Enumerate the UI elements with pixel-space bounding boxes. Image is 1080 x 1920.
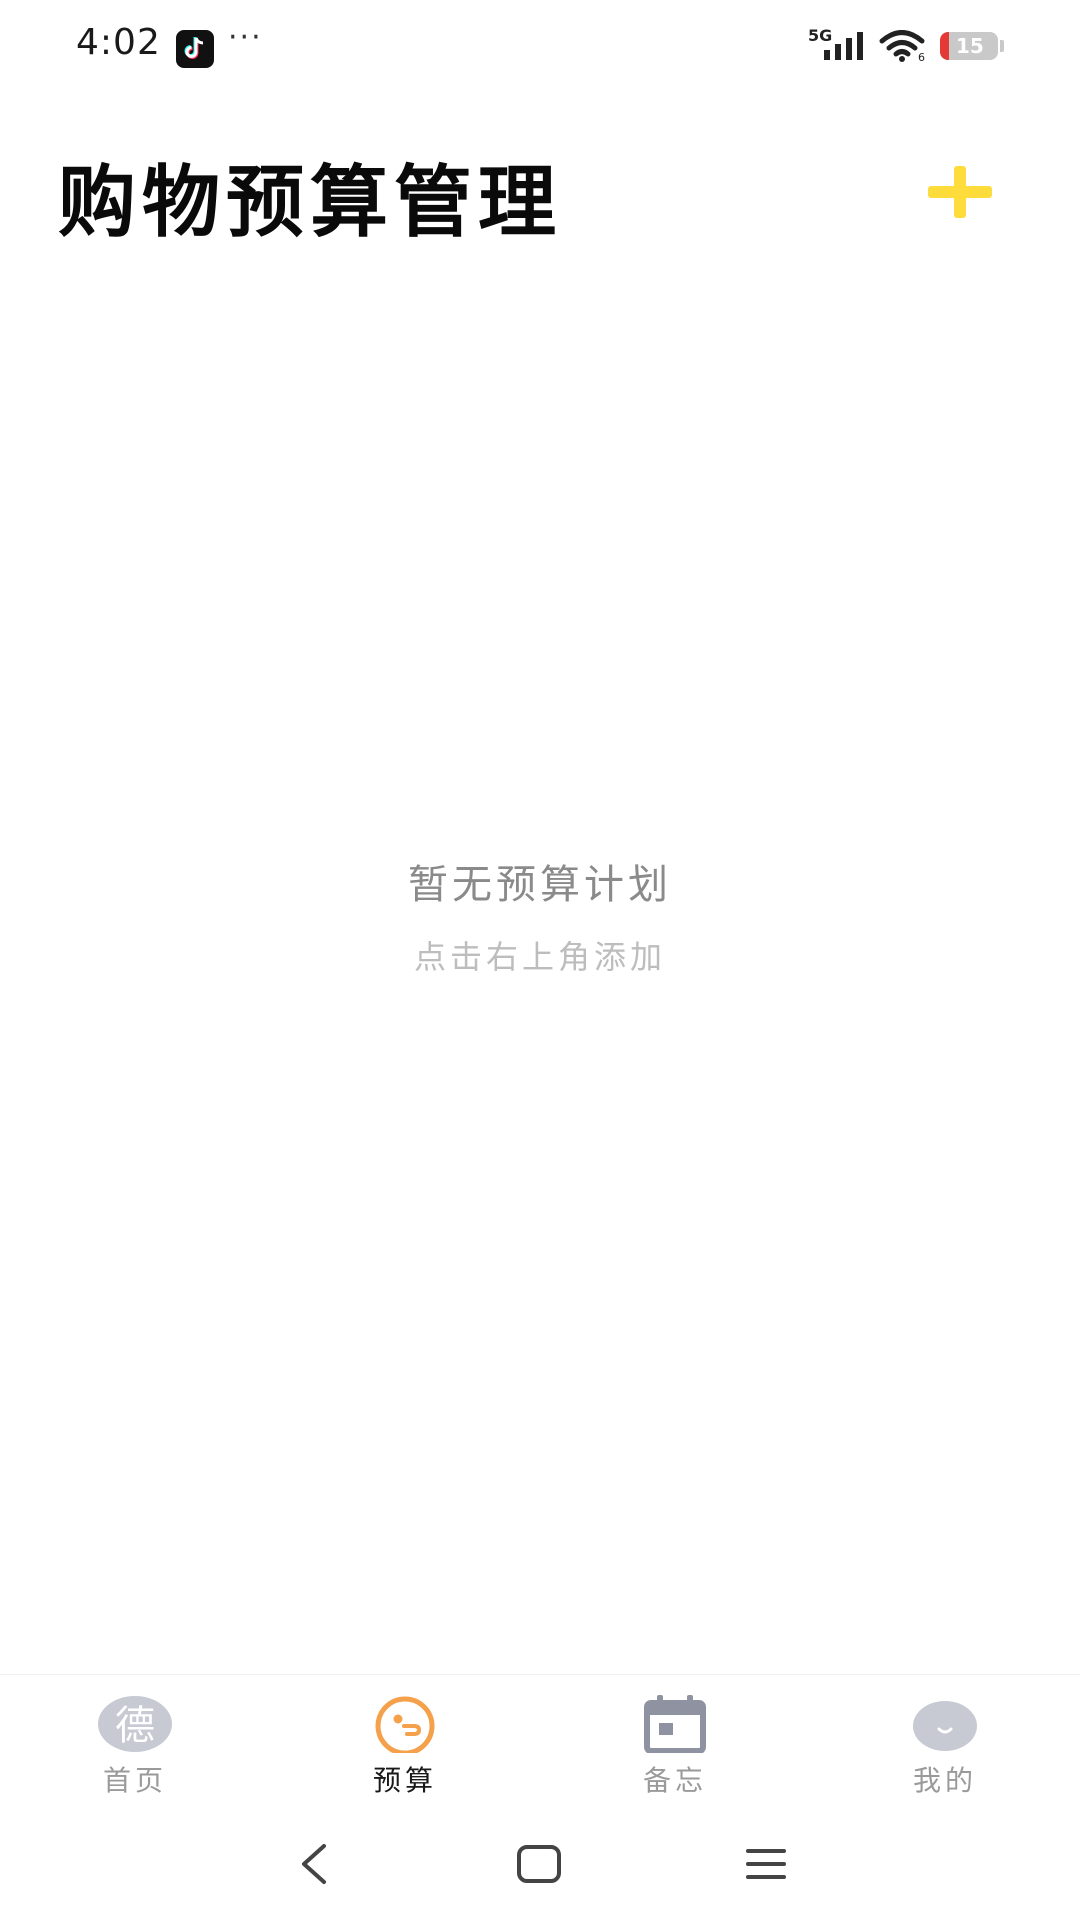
tab-budget-label: 预算 — [372, 1764, 437, 1797]
tab-mine[interactable]: 我的 — [810, 1675, 1080, 1807]
svg-text:6: 6 — [918, 51, 925, 62]
home-de-icon: 德 — [98, 1696, 172, 1752]
tab-budget[interactable]: 预算 — [270, 1675, 540, 1807]
back-chevron-icon[interactable] — [296, 1842, 332, 1886]
tab-home-label: 首页 — [102, 1764, 167, 1797]
plus-icon — [928, 166, 992, 218]
battery-icon: 15 — [940, 32, 998, 60]
status-bar: 4:02 ··· 5G 6 15 — [0, 0, 1080, 96]
tab-memo[interactable]: 备忘 — [540, 1675, 810, 1807]
screen: 4:02 ··· 5G 6 15 购物预算管理 暂无预算计划 点击右上角添加 德… — [0, 0, 1080, 1920]
menu-lines-icon[interactable] — [744, 1842, 788, 1886]
svg-text:德: 德 — [115, 1703, 155, 1749]
signal-icon — [824, 32, 863, 60]
tab-mine-label: 我的 — [912, 1764, 977, 1797]
bottom-tab-bar: 德 首页 预算 备忘 我的 — [0, 1674, 1080, 1807]
page-title: 购物预算管理 — [58, 158, 563, 248]
empty-state: 暂无预算计划 点击右上角添加 — [0, 852, 1080, 978]
wifi-icon: 6 — [879, 30, 925, 62]
calendar-icon — [644, 1695, 706, 1753]
add-budget-button[interactable] — [920, 160, 1000, 224]
profile-icon — [913, 1701, 977, 1751]
empty-state-hint: 点击右上角添加 — [413, 938, 666, 976]
tab-home[interactable]: 德 首页 — [0, 1675, 270, 1807]
battery-fill — [940, 32, 949, 60]
more-notifications-icon: ··· — [228, 20, 263, 55]
tiktok-icon — [176, 30, 214, 68]
status-time: 4:02 — [76, 22, 161, 63]
home-square-icon[interactable] — [516, 1842, 562, 1886]
budget-icon — [375, 1696, 435, 1753]
empty-state-title: 暂无预算计划 — [408, 862, 672, 908]
battery-level: 15 — [956, 34, 984, 58]
system-nav-bar — [0, 1806, 1080, 1920]
battery-tip — [1000, 40, 1004, 52]
tab-memo-label: 备忘 — [642, 1764, 707, 1797]
